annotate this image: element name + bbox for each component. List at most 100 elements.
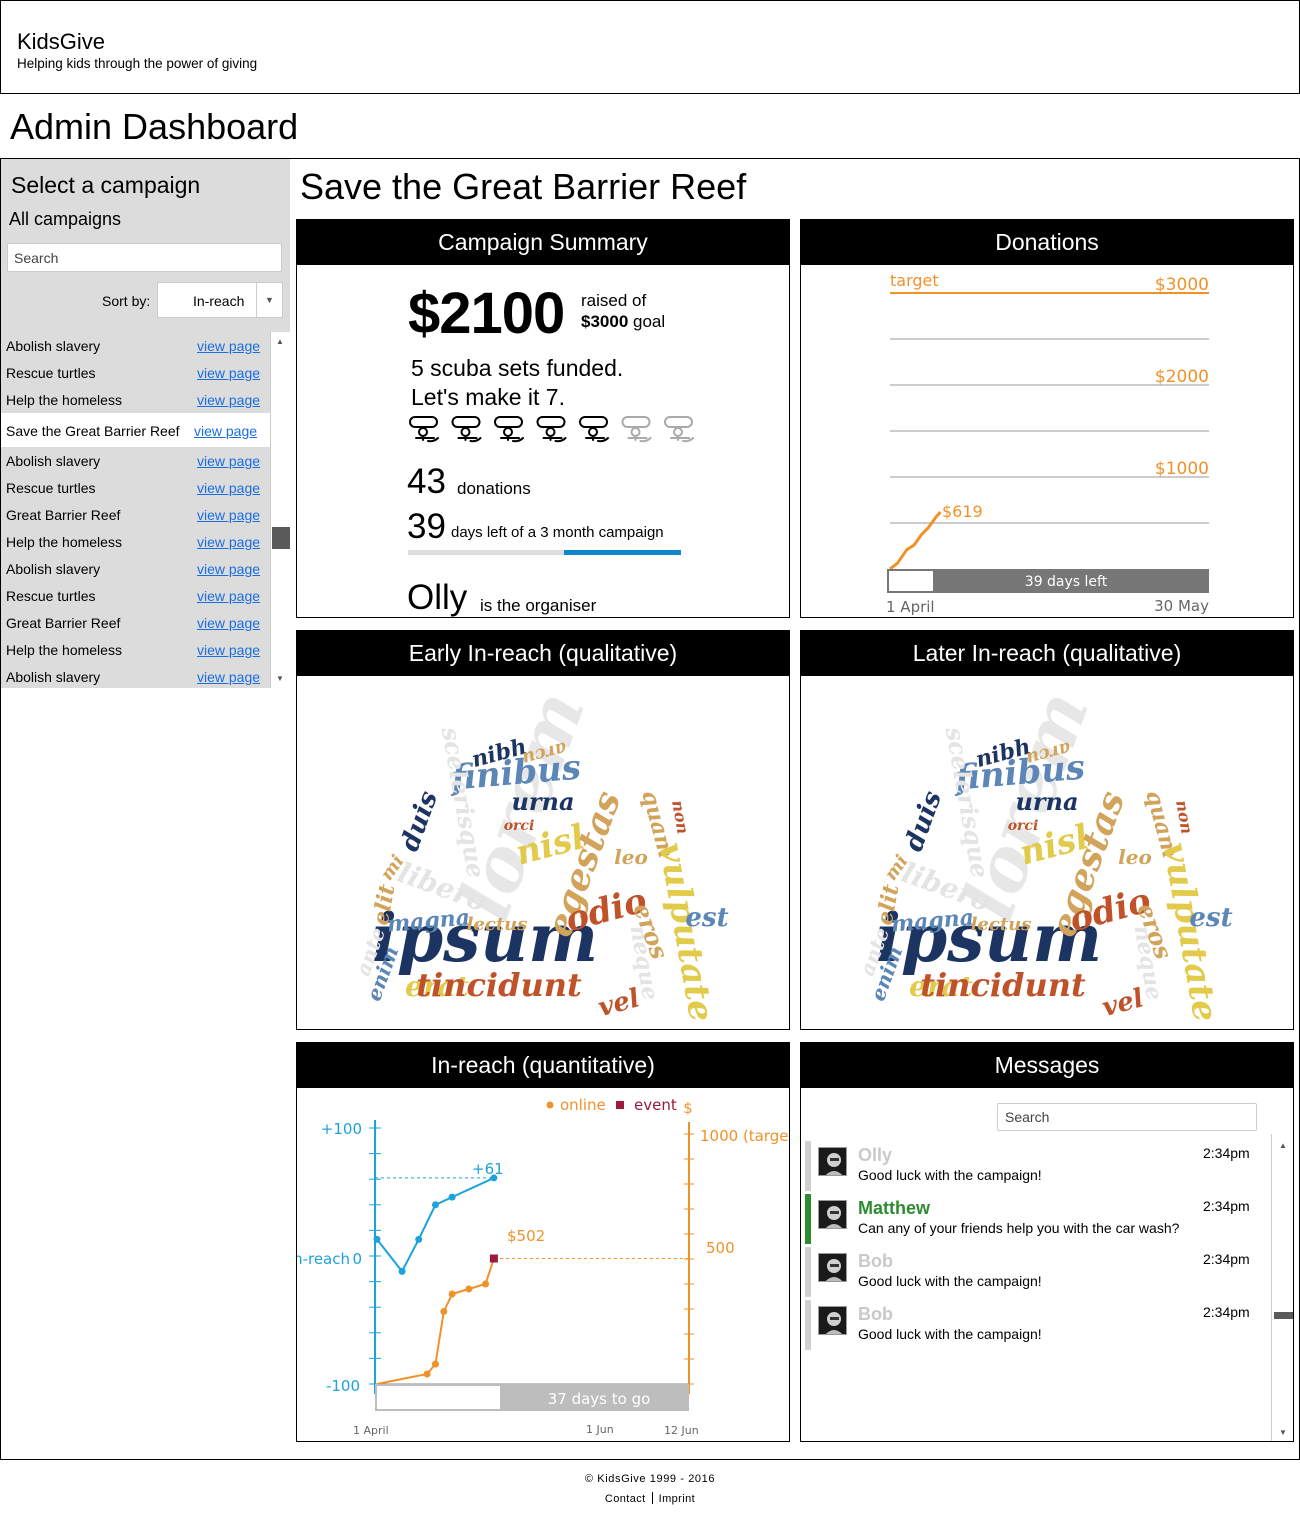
y-label-1000: $1000 bbox=[1155, 459, 1209, 479]
campaign-list-item[interactable]: Help the homeless view page bbox=[1, 636, 269, 663]
site-title[interactable]: KidsGive bbox=[17, 29, 105, 55]
donations-chart: target $3000 $2000 $1000 $619 39 days le… bbox=[886, 271, 1209, 616]
online-point bbox=[431, 1360, 439, 1368]
donations-series bbox=[889, 511, 942, 571]
message-list-scrollbar[interactable]: ▲ ▼ bbox=[1271, 1134, 1293, 1441]
campaign-name: Rescue turtles bbox=[6, 588, 96, 604]
campaign-list-item[interactable]: Great Barrier Reef view page bbox=[1, 501, 269, 528]
campaign-name: Help the homeless bbox=[6, 534, 122, 550]
sort-select[interactable]: In-reach ▼ bbox=[157, 282, 283, 318]
view-page-link[interactable]: view page bbox=[197, 453, 260, 469]
view-page-link[interactable]: view page bbox=[197, 534, 260, 550]
panel-header: Messages bbox=[801, 1043, 1293, 1088]
word-cloud-term: est bbox=[1189, 903, 1232, 933]
message-time: 2:34pm bbox=[1203, 1304, 1250, 1320]
campaign-title: Save the Great Barrier Reef bbox=[300, 166, 747, 207]
view-page-link[interactable]: view page bbox=[197, 507, 260, 523]
word-cloud-term: vel bbox=[1099, 983, 1147, 1023]
campaign-list-item[interactable]: Great Barrier Reef view page bbox=[1, 609, 269, 636]
organiser-name: Olly bbox=[407, 578, 468, 617]
legend-online-marker bbox=[546, 1101, 554, 1109]
early-inreach-panel: Early In-reach (qualitative) lorem ipsum f… bbox=[296, 630, 790, 1030]
campaign-name: Abolish slavery bbox=[6, 669, 101, 685]
campaign-list-item[interactable]: Abolish slavery view page bbox=[1, 663, 269, 690]
scrollbar-thumb[interactable] bbox=[272, 527, 290, 549]
message-item[interactable]: Bob Good luck with the campaign! 2:34pm bbox=[805, 1300, 1260, 1350]
word-cloud: loremipsumfinibusurnanibharcuscelerisque… bbox=[351, 680, 729, 1024]
avatar-image bbox=[819, 1307, 846, 1334]
online-point bbox=[448, 1290, 456, 1298]
scroll-up-icon[interactable]: ▲ bbox=[276, 337, 284, 346]
view-page-link[interactable]: view page bbox=[197, 642, 260, 658]
scuba-mask-icon bbox=[664, 416, 694, 443]
campaign-search-input[interactable] bbox=[7, 243, 282, 272]
y-label-2000: $2000 bbox=[1155, 367, 1209, 387]
view-page-link[interactable]: view page bbox=[197, 615, 260, 631]
message-indicator bbox=[805, 1247, 811, 1297]
scuba-icon-row bbox=[409, 416, 694, 443]
view-page-link[interactable]: view page bbox=[197, 338, 260, 354]
campaign-list-scrollbar[interactable]: ▲ ▼ bbox=[270, 332, 290, 688]
scuba-mask-icon bbox=[621, 416, 652, 443]
campaign-name: Rescue turtles bbox=[6, 480, 96, 496]
message-time: 2:34pm bbox=[1203, 1198, 1250, 1214]
panel-header: Donations bbox=[801, 220, 1293, 265]
campaign-list-item[interactable]: Rescue turtles view page bbox=[1, 582, 269, 609]
page-title: Admin Dashboard bbox=[10, 106, 299, 147]
message-item[interactable]: Olly Good luck with the campaign! 2:34pm bbox=[805, 1141, 1260, 1191]
imprint-link[interactable]: Imprint bbox=[659, 1493, 695, 1505]
funded-goal-text: Let's make it 7. bbox=[411, 384, 565, 410]
view-page-link[interactable]: view page bbox=[197, 588, 260, 604]
view-page-link[interactable]: view page bbox=[197, 669, 260, 685]
sort-by-label: Sort by: bbox=[102, 293, 151, 309]
message-text: Can any of your friends help you with th… bbox=[858, 1220, 1180, 1236]
campaign-list-item[interactable]: Help the homeless view page bbox=[1, 528, 269, 555]
campaign-list-item[interactable]: Abolish slavery view page bbox=[1, 332, 269, 359]
donations-label: donations bbox=[457, 479, 531, 498]
right-tick-label: 500 bbox=[706, 1239, 735, 1257]
inreach-value-label: +61 bbox=[472, 1160, 504, 1178]
view-page-link[interactable]: view page bbox=[194, 423, 257, 439]
chevron-down-icon[interactable]: ▼ bbox=[256, 283, 282, 317]
campaign-list-item[interactable]: Rescue turtles view page bbox=[1, 359, 269, 386]
scrollbar-thumb[interactable] bbox=[1274, 1312, 1293, 1319]
later-inreach-panel: Later In-reach (qualitative) lorem ipsum f… bbox=[800, 630, 1294, 1030]
campaign-list-item[interactable]: Abolish slavery view page bbox=[1, 447, 269, 474]
scuba-icons bbox=[408, 414, 698, 446]
scroll-up-icon[interactable]: ▲ bbox=[1279, 1141, 1287, 1150]
campaign-name: Help the homeless bbox=[6, 642, 122, 658]
message-item[interactable]: Bob Good luck with the campaign! 2:34pm bbox=[805, 1247, 1260, 1297]
days-progress-fill bbox=[563, 550, 681, 555]
view-page-link[interactable]: view page bbox=[197, 365, 260, 381]
scroll-down-icon[interactable]: ▼ bbox=[1279, 1428, 1287, 1437]
left-tick-label: 0 bbox=[352, 1250, 362, 1268]
campaign-list-item[interactable]: Save the Great Barrier Reef view page bbox=[1, 413, 290, 447]
start-date-label: 1 April bbox=[886, 598, 935, 616]
campaign-list-item[interactable]: Help the homeless view page bbox=[1, 386, 269, 413]
message-search-input[interactable] bbox=[997, 1103, 1257, 1131]
view-page-link[interactable]: view page bbox=[197, 561, 260, 577]
chart-series bbox=[373, 1174, 689, 1385]
contact-link[interactable]: Contact bbox=[605, 1493, 646, 1505]
donations-line bbox=[889, 511, 942, 571]
sidebar-title: Select a campaign bbox=[11, 172, 201, 198]
chart-axes bbox=[369, 1120, 694, 1394]
all-campaigns-link[interactable]: All campaigns bbox=[9, 209, 121, 230]
site-header: KidsGive Helping kids through the power … bbox=[0, 0, 1300, 94]
message-item[interactable]: Matthew Can any of your friends help you … bbox=[805, 1194, 1260, 1244]
footer-links: Contact Imprint bbox=[0, 1492, 1300, 1505]
right-axis-unit: $ bbox=[683, 1099, 693, 1117]
campaign-list-item[interactable]: Rescue turtles view page bbox=[1, 474, 269, 501]
scroll-down-icon[interactable]: ▼ bbox=[276, 674, 284, 683]
donations-count: 43 bbox=[407, 462, 446, 501]
message-indicator bbox=[805, 1300, 811, 1350]
campaign-list-item[interactable]: Abolish slavery view page bbox=[1, 555, 269, 582]
inreach-line bbox=[376, 1177, 495, 1274]
inreach-point bbox=[415, 1235, 423, 1243]
message-sender: Olly bbox=[858, 1145, 893, 1165]
campaign-name: Abolish slavery bbox=[6, 338, 101, 354]
message-sender: Bob bbox=[858, 1251, 893, 1271]
view-page-link[interactable]: view page bbox=[197, 392, 260, 408]
avatar bbox=[818, 1253, 847, 1282]
view-page-link[interactable]: view page bbox=[197, 480, 260, 496]
